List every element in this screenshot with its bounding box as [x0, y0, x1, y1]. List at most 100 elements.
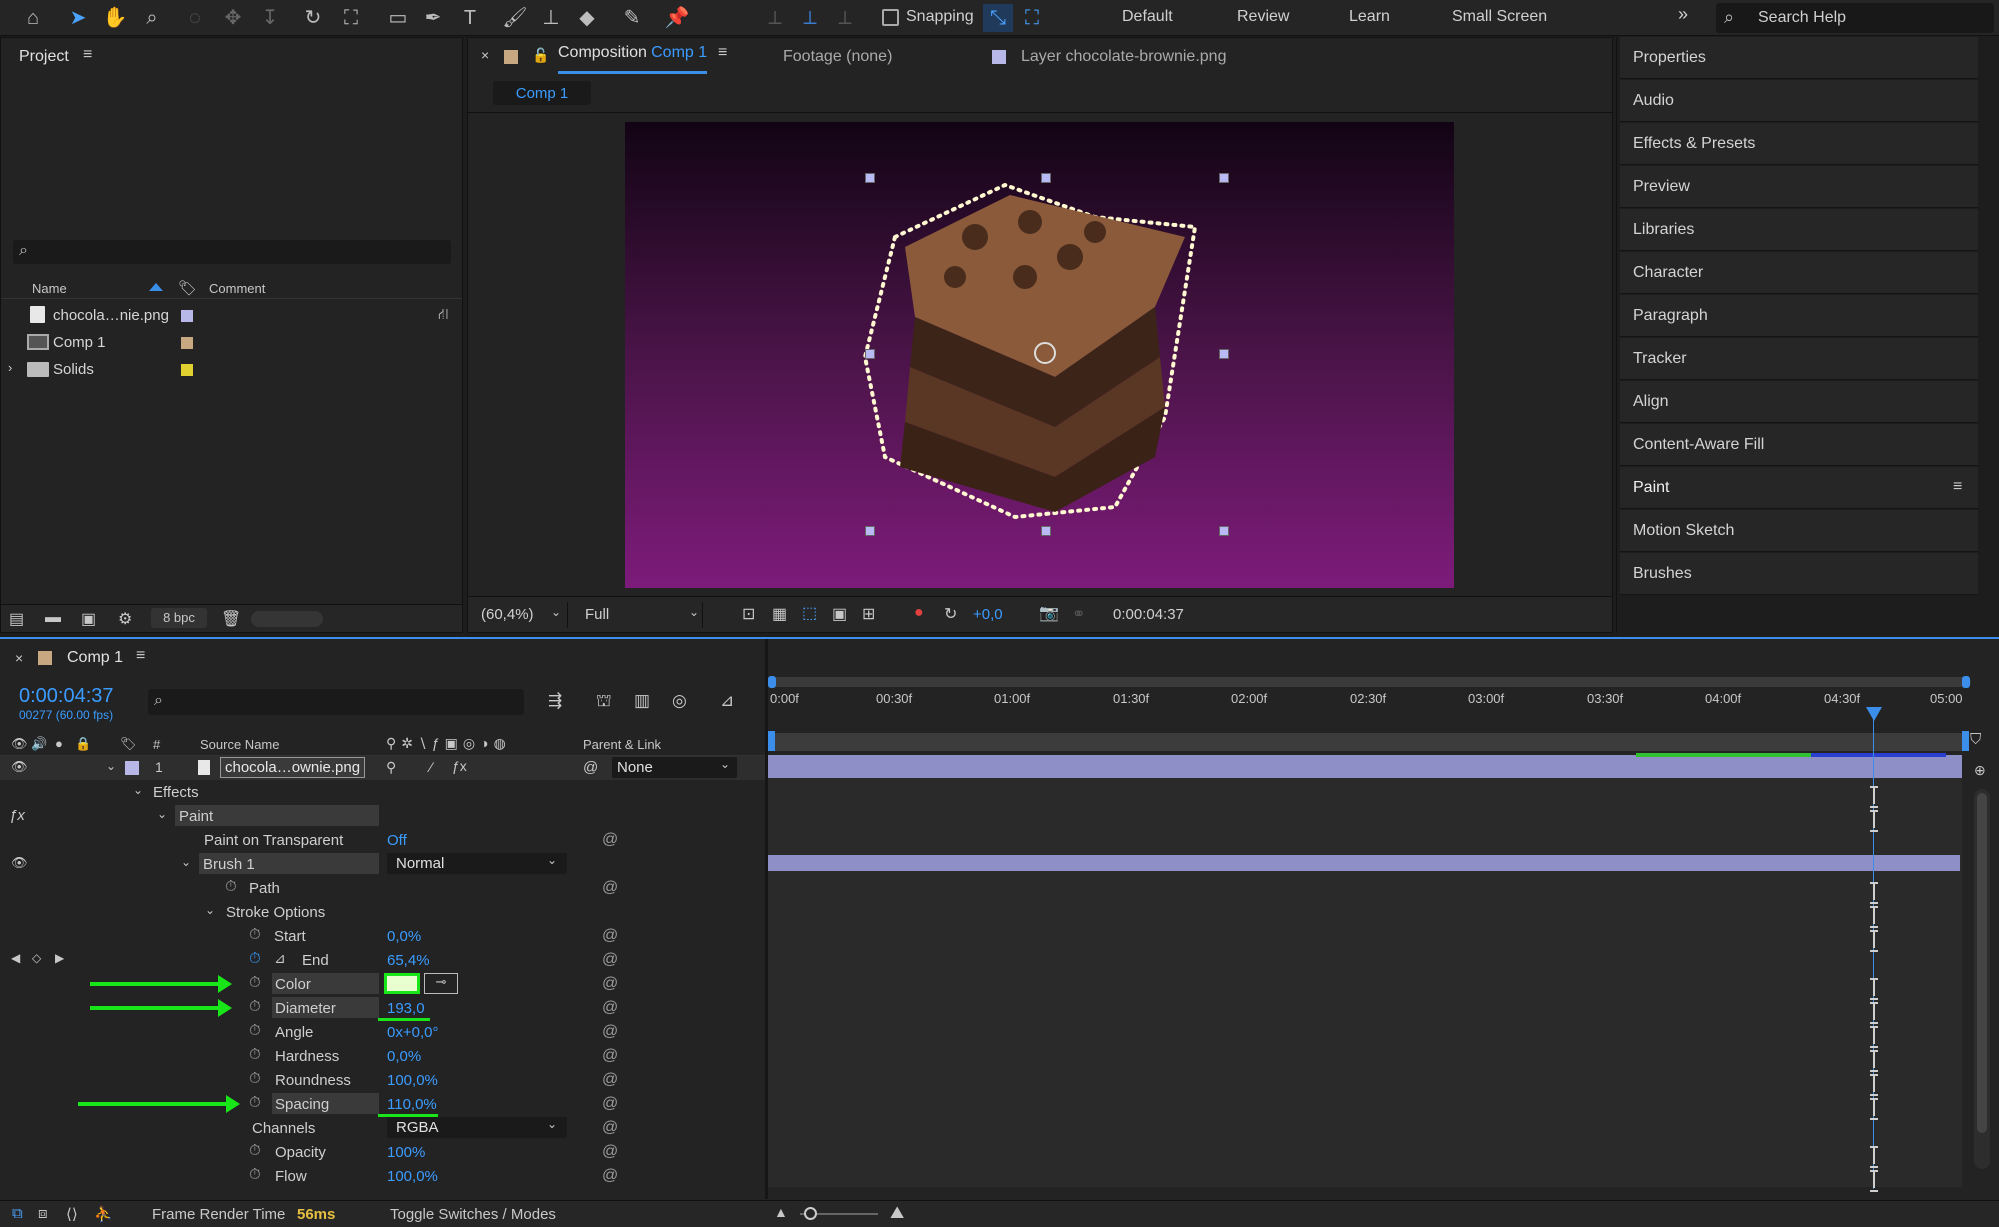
transform-handle[interactable]	[1219, 173, 1229, 183]
project-item[interactable]: Comp 1	[1, 329, 462, 355]
expression-spiral-icon[interactable]: @	[602, 1071, 618, 1089]
expression-spiral-icon[interactable]: @	[602, 831, 618, 849]
paint-panel-menu-icon[interactable]: ≡	[1953, 478, 1962, 496]
shy-layers-icon[interactable]: ⛫	[596, 691, 612, 713]
graph-editor-icon[interactable]: ⊿	[720, 691, 734, 711]
composition-menu-icon[interactable]: ≡	[718, 44, 727, 62]
brush-duration-bar[interactable]	[768, 855, 1960, 871]
stopwatch-icon[interactable]: ⏱	[249, 1094, 261, 1111]
keyframe-indicator[interactable]	[1870, 906, 1878, 928]
stopwatch-icon[interactable]: ⏱	[249, 1046, 261, 1063]
keyframe-indicator[interactable]	[1870, 882, 1878, 904]
pen-tool-icon[interactable]: ✒	[418, 4, 448, 32]
project-item[interactable]: chocola…nie.png ⛙	[1, 302, 462, 328]
stopwatch-icon[interactable]: ⏱	[249, 926, 261, 943]
work-area-bar[interactable]	[771, 677, 1971, 687]
keyframe-indicator[interactable]	[1870, 1050, 1878, 1072]
roundness-value[interactable]: 100,0%	[387, 1072, 438, 1089]
color-swatch[interactable]	[384, 973, 420, 994]
next-keyframe-icon[interactable]: ▶	[55, 951, 64, 965]
stopwatch-icon[interactable]: ⏱	[249, 1070, 261, 1087]
show-snapshot-icon[interactable]: ⚭	[1072, 604, 1085, 624]
new-composition-icon[interactable]: ▣	[81, 609, 96, 629]
layer-label-swatch[interactable]	[125, 761, 139, 775]
expression-spiral-icon[interactable]: @	[602, 951, 618, 969]
mask-visibility-icon[interactable]: ⬚	[802, 603, 817, 623]
timeline-menu-icon[interactable]: ≡	[136, 647, 145, 665]
expand-chevron-icon[interactable]: ⌄	[133, 783, 143, 797]
angle-value[interactable]: 0x+0,0°	[387, 1024, 438, 1041]
property-row[interactable]: ⏱ Spacing 110,0% @	[0, 1092, 765, 1117]
adjust-settings-icon[interactable]: ⚙	[118, 609, 132, 629]
paint-on-transparent-value[interactable]: Off	[387, 832, 407, 849]
axis-local-icon[interactable]: ⟂	[760, 4, 790, 32]
range-end-handle[interactable]	[1962, 731, 1969, 751]
tab-layer[interactable]: Layer chocolate-brownie.png	[1021, 48, 1226, 66]
panel-content-aware-fill[interactable]: Content-Aware Fill	[1620, 424, 1978, 466]
visibility-eye-icon[interactable]: 👁	[11, 759, 28, 775]
comp-navigator-tab[interactable]: Comp 1	[493, 81, 591, 105]
expression-spiral-icon[interactable]: @	[602, 1119, 618, 1137]
stroke-options-row[interactable]: ⌄ Stroke Options	[0, 900, 765, 924]
label-swatch[interactable]	[181, 337, 193, 349]
keyframe-indicator[interactable]	[1870, 1146, 1878, 1168]
expression-spiral-icon[interactable]: @	[602, 1167, 618, 1185]
composition-flowchart-icon[interactable]: ⇶	[548, 691, 562, 711]
workspace-review[interactable]: Review	[1237, 8, 1289, 26]
effects-group-row[interactable]: ⌄ Effects	[0, 780, 765, 804]
quality-switch-icon[interactable]: ∕	[430, 759, 432, 775]
expand-chevron-icon[interactable]: ⌄	[205, 903, 215, 917]
audio-switch-icon[interactable]: 🔊	[31, 736, 47, 752]
property-row[interactable]: ⏱ Roundness 100,0% @	[0, 1068, 765, 1092]
project-search-input[interactable]: ⌕	[13, 240, 451, 264]
close-icon[interactable]: ×	[481, 47, 489, 63]
tab-footage[interactable]: Footage (none)	[783, 48, 892, 66]
stopwatch-icon[interactable]: ⏱	[249, 1142, 261, 1159]
panel-character[interactable]: Character	[1620, 252, 1978, 294]
zoom-out-icon[interactable]: ▲	[774, 1204, 788, 1220]
property-row[interactable]: ⏱ Flow 100,0% @	[0, 1164, 765, 1188]
property-row[interactable]: ⏱ Start 0,0% @	[0, 924, 765, 948]
overflow-chevron-icon[interactable]: »	[1678, 4, 1688, 25]
transform-handle[interactable]	[1041, 526, 1051, 536]
panel-paint[interactable]: Paint	[1620, 467, 1978, 509]
name-column-header[interactable]: Name	[32, 281, 67, 296]
transform-handle[interactable]	[1219, 349, 1229, 359]
expression-spiral-icon[interactable]: @	[602, 1023, 618, 1041]
expression-spiral-icon[interactable]: @	[602, 1143, 618, 1161]
panel-tracker[interactable]: Tracker	[1620, 338, 1978, 380]
graph-icon[interactable]: ⊿	[274, 950, 286, 967]
panel-paragraph[interactable]: Paragraph	[1620, 295, 1978, 337]
expand-chevron-icon[interactable]: ⌄	[106, 759, 116, 773]
project-panel-title[interactable]: Project	[19, 48, 69, 66]
snapshot-camera-icon[interactable]: 📷	[1039, 603, 1059, 623]
layer-switches-toggle-icon[interactable]: ⧉	[12, 1205, 23, 1222]
stopwatch-icon[interactable]: ⏱	[249, 950, 261, 967]
toggle-switches-modes-button[interactable]: Toggle Switches / Modes	[390, 1206, 556, 1223]
keyframe-indicator[interactable]	[1870, 810, 1878, 832]
stopwatch-icon[interactable]: ⏱	[249, 974, 261, 991]
snap-edges-icon[interactable]: ⤡	[983, 4, 1013, 32]
label-swatch[interactable]	[181, 310, 193, 322]
zoom-tool-icon[interactable]: ⌕	[137, 4, 167, 32]
transfer-controls-icon[interactable]: ⧈	[38, 1205, 48, 1222]
keyframe-indicator[interactable]	[1870, 1002, 1878, 1024]
panel-brushes[interactable]: Brushes	[1620, 553, 1978, 595]
time-ruler[interactable]: 0:00f 00:30f 01:00f 01:30f 02:00f 02:30f…	[768, 691, 1968, 715]
selection-tool-icon[interactable]: ➤	[63, 4, 93, 32]
channels-dropdown[interactable]: RGBA ⌄	[387, 1117, 567, 1138]
transform-handle[interactable]	[865, 173, 875, 183]
work-area-start-handle[interactable]	[768, 676, 776, 688]
property-row[interactable]: ⏱ Path @	[0, 876, 765, 900]
layer-name[interactable]: chocola…ownie.png	[220, 757, 366, 778]
magnification-dropdown[interactable]: (60,4%) ⌄	[473, 602, 568, 628]
scrollbar-thumb[interactable]	[1977, 793, 1987, 1133]
keyframe-indicator[interactable]	[1870, 1026, 1878, 1048]
viewer-timecode[interactable]: 0:00:04:37	[1113, 606, 1184, 623]
thumbnail-slider[interactable]	[251, 611, 323, 627]
playhead-handle[interactable]	[1866, 707, 1882, 721]
paint-effect-row[interactable]: ƒx ⌄ Paint	[0, 804, 765, 828]
label-tag-icon[interactable]: 🏷	[178, 279, 197, 297]
orbit-tool-icon[interactable]: ◌	[180, 4, 210, 32]
composition-canvas[interactable]	[625, 122, 1454, 588]
